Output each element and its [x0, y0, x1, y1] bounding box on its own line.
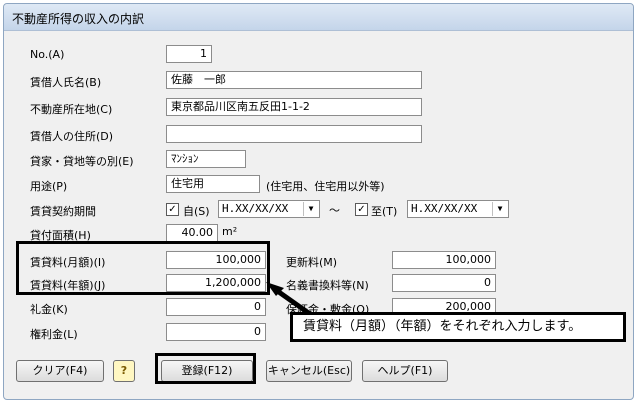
tenant-name-field[interactable]: 佐藤 一郎: [166, 71, 422, 89]
instruction-callout: 賃貸料（月額）（年額）をそれぞれ入力します。: [290, 312, 626, 342]
tenant-address-label: 賃借人の住所(D): [30, 130, 114, 143]
from-date-select[interactable]: H.XX/XX/XX ▼: [218, 200, 320, 218]
type-label: 貸家・貸地等の別(E): [30, 155, 134, 168]
register-highlight-frame: [155, 353, 256, 384]
to-label: 至(T): [371, 205, 398, 218]
to-date-select[interactable]: H.XX/XX/XX ▼: [407, 200, 509, 218]
callout-arrow-shaft: [274, 287, 312, 317]
rent-highlight-frame: [16, 241, 270, 295]
key-money-field[interactable]: 0: [166, 298, 266, 316]
contract-period-label: 賃貸契約期間: [30, 205, 96, 218]
cancel-button[interactable]: キャンセル(Esc): [266, 360, 352, 382]
premium-label: 権利金(L): [30, 328, 78, 341]
property-location-field[interactable]: 東京都品川区南五反田1-1-2: [166, 98, 422, 116]
from-label: 自(S): [183, 205, 210, 218]
lightbulb-question-icon[interactable]: ?: [113, 360, 135, 382]
tilde: ～: [329, 204, 340, 217]
title-bar: 不動産所得の収入の内訳: [4, 4, 633, 31]
tenant-address-field[interactable]: [166, 125, 422, 143]
transfer-fee-field[interactable]: 0: [392, 274, 496, 292]
chevron-down-icon[interactable]: ▼: [303, 202, 318, 216]
no-field[interactable]: 1: [166, 45, 212, 63]
renewal-fee-field[interactable]: 100,000: [392, 251, 496, 269]
chevron-down-icon[interactable]: ▼: [492, 202, 507, 216]
area-unit: m²: [222, 225, 238, 238]
key-money-label: 礼金(K): [30, 303, 68, 316]
usage-hint: (住宅用、住宅用以外等): [266, 180, 385, 193]
usage-label: 用途(P): [30, 180, 68, 193]
from-checkbox[interactable]: ✓: [166, 203, 179, 216]
clear-button[interactable]: クリア(F4): [16, 360, 104, 382]
no-label: No.(A): [30, 48, 65, 61]
premium-field[interactable]: 0: [166, 323, 266, 341]
to-date-value: H.XX/XX/XX: [411, 202, 478, 215]
area-field[interactable]: 40.00: [166, 224, 218, 242]
help-button[interactable]: ヘルプ(F1): [362, 360, 448, 382]
type-field[interactable]: ﾏﾝｼｮﾝ: [166, 150, 246, 168]
tenant-name-label: 賃借人氏名(B): [30, 76, 102, 89]
property-location-label: 不動産所在地(C): [30, 103, 113, 116]
window-title: 不動産所得の収入の内訳: [12, 12, 145, 26]
usage-field[interactable]: 住宅用: [166, 175, 260, 193]
from-date-value: H.XX/XX/XX: [222, 202, 289, 215]
to-checkbox[interactable]: ✓: [355, 203, 368, 216]
renewal-fee-label: 更新料(M): [286, 256, 338, 269]
